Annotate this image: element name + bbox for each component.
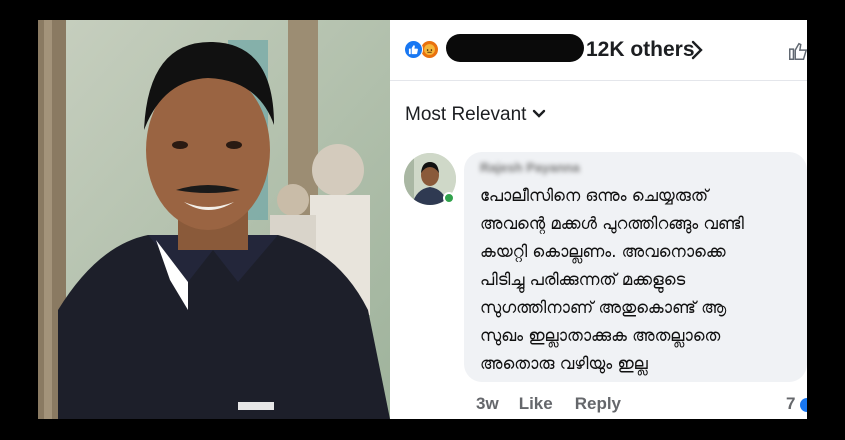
comment-reaction-count[interactable]: 7 (786, 394, 795, 414)
like-button[interactable]: Like (519, 394, 553, 414)
like-badge-icon (800, 398, 807, 412)
redacted-names (446, 34, 584, 62)
comment-line: കയറ്റി കൊല്ലണം. അവനൊക്കെ (480, 242, 726, 261)
like-reaction-icon (404, 40, 423, 59)
comment-actions: 3w Like Reply (476, 394, 621, 414)
comment-line: സുഗത്തിനാണ് അതുകൊണ്ട് ആ (480, 298, 727, 317)
facebook-comments-panel: 12K others Most Relevant Rajesh Payanna … (390, 20, 807, 419)
comment-line: പിടിച്ചു പരിക്കുന്നത് മക്കളുടെ (480, 270, 686, 289)
comment-line: സുഖം ഇല്ലാതാക്കുക അതല്ലാതെ (480, 326, 721, 345)
comment-line: അവന്റെ മക്കൾ പുറത്തിറങ്ങും വണ്ടി (480, 214, 744, 233)
comment-timestamp[interactable]: 3w (476, 394, 499, 414)
reply-button[interactable]: Reply (575, 394, 621, 414)
reactions-count[interactable]: 12K others (586, 38, 695, 62)
profile-photo (38, 20, 390, 419)
comment-author[interactable]: Rajesh Payanna (480, 160, 793, 182)
comment-sort-dropdown[interactable]: Most Relevant (405, 104, 546, 126)
comment-bubble: Rajesh Payanna പോലീസിനെ ഒന്നും ചെയ്യരുത്… (464, 152, 807, 382)
comment-line: അതൊരു വഴിയും ഇല്ല (480, 354, 648, 373)
online-status-dot (443, 192, 455, 204)
sort-label: Most Relevant (405, 104, 527, 125)
thumb-up-icon[interactable] (787, 40, 807, 67)
comment-text: പോലീസിനെ ഒന്നും ചെയ്യരുത് അവന്റെ മക്കൾ പ… (480, 182, 793, 378)
divider (390, 80, 807, 81)
reactions-summary[interactable]: 12K others (390, 20, 807, 76)
comment-line: പോലീസിനെ ഒന്നും ചെയ്യരുത് (480, 186, 709, 205)
chevron-right-icon[interactable] (690, 39, 704, 66)
person-photo-illustration (38, 20, 390, 419)
chevron-down-icon (532, 106, 546, 124)
